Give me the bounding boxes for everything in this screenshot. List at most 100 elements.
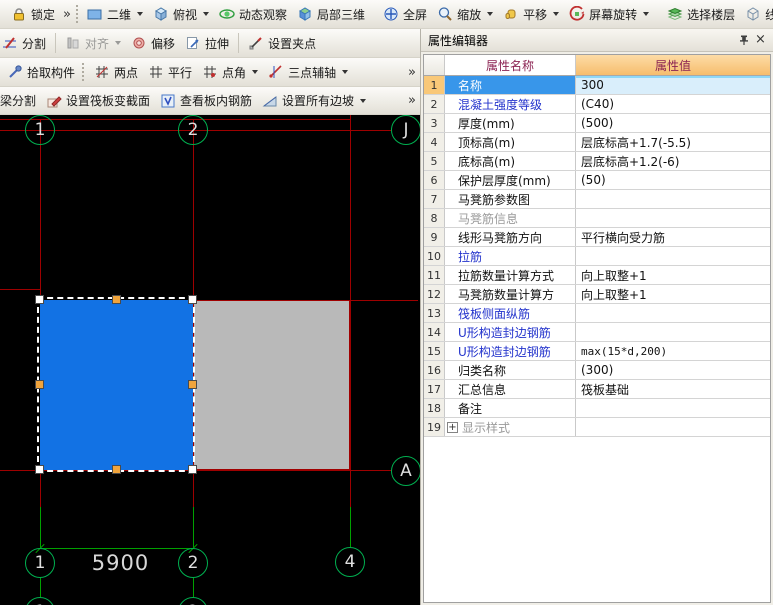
row-number[interactable]: 5 (424, 152, 445, 170)
property-name-cell[interactable]: 混凝土强度等级 (445, 95, 576, 113)
row-number[interactable]: 18 (424, 399, 445, 417)
row-number[interactable]: 16 (424, 361, 445, 379)
property-value-cell[interactable]: 层底标高+1.2(-6) (576, 152, 770, 170)
three-point-aux-axis-button[interactable]: 三点辅轴 (264, 62, 352, 83)
offset-button[interactable]: 偏移 (127, 33, 179, 54)
pick-component-button[interactable]: 拾取构件 (3, 62, 79, 83)
dropdown-arrow-icon[interactable] (342, 70, 349, 74)
property-name-cell[interactable]: 马凳筋参数图 (445, 190, 576, 208)
midpoint-grip[interactable] (188, 380, 197, 389)
dropdown-arrow-icon[interactable] (487, 12, 494, 16)
row-number[interactable]: 2 (424, 95, 445, 113)
row-number[interactable]: 8 (424, 209, 445, 227)
property-name-cell[interactable]: 备注 (445, 399, 576, 417)
property-name-cell[interactable]: U形构造封边钢筋 (445, 323, 576, 341)
row-number[interactable]: 1 (424, 76, 445, 94)
property-name-cell[interactable]: 筏板侧面纵筋 (445, 304, 576, 322)
pan-button[interactable]: 平移 (499, 4, 563, 25)
point-angle-axis-button[interactable]: 点角 (198, 62, 262, 83)
dropdown-arrow-icon[interactable] (115, 41, 122, 45)
midpoint-grip[interactable] (112, 295, 121, 304)
property-name-cell[interactable]: 底标高(m) (445, 152, 576, 170)
screen-rotate-button[interactable]: 屏幕旋转 (565, 4, 653, 25)
toolbar-overflow-icon[interactable]: » (60, 7, 74, 22)
dropdown-arrow-icon[interactable] (203, 12, 210, 16)
row-number[interactable]: 19 (424, 418, 445, 436)
split-button[interactable]: 分割 (0, 33, 50, 54)
parallel-axis-button[interactable]: 平行 (144, 62, 196, 83)
property-value-cell[interactable] (576, 323, 770, 341)
corner-grip[interactable] (35, 295, 44, 304)
row-number[interactable]: 15 (424, 342, 445, 360)
property-name-cell[interactable]: 顶标高(m) (445, 133, 576, 151)
property-value-cell[interactable] (576, 190, 770, 208)
property-value-cell[interactable]: 平行横向受力筋 (576, 228, 770, 246)
row-number[interactable]: 10 (424, 247, 445, 265)
property-value-cell[interactable]: (C40) (576, 95, 770, 113)
row-number[interactable]: 12 (424, 285, 445, 303)
corner-grip[interactable] (188, 465, 197, 474)
dropdown-arrow-icon[interactable] (643, 12, 650, 16)
dropdown-arrow-icon[interactable] (553, 12, 560, 16)
stretch-button[interactable]: 拉伸 (181, 33, 233, 54)
dropdown-arrow-icon[interactable] (137, 12, 143, 16)
property-name-cell[interactable]: 线形马凳筋方向 (445, 228, 576, 246)
set-all-slopes-button[interactable]: 设置所有边坡 (258, 90, 370, 111)
property-name-cell[interactable]: 归类名称 (445, 361, 576, 379)
property-value-cell[interactable] (576, 247, 770, 265)
row-number[interactable]: 14 (424, 323, 445, 341)
property-value-cell[interactable]: 层底标高+1.7(-5.5) (576, 133, 770, 151)
property-name-cell[interactable]: 保护层厚度(mm) (445, 171, 576, 189)
property-name-cell[interactable]: 拉筋 (445, 247, 576, 265)
row-number[interactable]: 4 (424, 133, 445, 151)
zoom-button[interactable]: 缩放 (433, 4, 497, 25)
set-grips-button[interactable]: 设置夹点 (244, 33, 320, 54)
property-value-cell[interactable]: (500) (576, 114, 770, 132)
property-value-cell[interactable] (576, 399, 770, 417)
orbit-button[interactable]: 动态观察 (215, 4, 291, 25)
property-value-cell[interactable]: 向上取整+1 (576, 266, 770, 284)
property-name-cell[interactable]: 汇总信息 (445, 380, 576, 398)
wireframe-button[interactable]: 线框 (741, 4, 773, 25)
top-view-button[interactable]: 俯视 (149, 4, 213, 25)
local-3d-button[interactable]: 局部三维 (293, 4, 369, 25)
property-value-cell[interactable] (576, 418, 770, 436)
expand-icon[interactable]: + (447, 421, 458, 433)
property-name-cell[interactable]: 名称 (445, 76, 576, 94)
two-point-axis-button[interactable]: 两点 (90, 62, 142, 83)
row-number[interactable]: 3 (424, 114, 445, 132)
align-button[interactable]: 对齐 (61, 33, 125, 54)
lock-button[interactable]: 锁定 (7, 4, 59, 25)
raft-section-button[interactable]: 设置筏板变截面 (42, 90, 154, 111)
dropdown-arrow-icon[interactable] (360, 98, 367, 103)
drawing-canvas[interactable]: 5900 1 2 J A 1 2 4 1 2 (0, 115, 420, 605)
property-value-cell[interactable]: (300) (576, 361, 770, 379)
view-slab-rebar-button[interactable]: 查看板内钢筋 (156, 90, 256, 111)
property-name-cell[interactable]: U形构造封边钢筋 (445, 342, 576, 360)
raft-slab[interactable] (193, 300, 350, 470)
property-value-cell[interactable]: 300 (576, 76, 770, 94)
property-name-cell[interactable]: 拉筋数量计算方式 (445, 266, 576, 284)
property-value-cell[interactable] (576, 304, 770, 322)
row-number[interactable]: 9 (424, 228, 445, 246)
pin-button[interactable] (735, 32, 752, 48)
property-value-cell[interactable]: (50) (576, 171, 770, 189)
fullscreen-button[interactable]: 全屏 (379, 4, 431, 25)
toolbar-overflow-icon[interactable]: » (405, 65, 419, 80)
close-button[interactable]: × (752, 32, 769, 48)
property-value-cell[interactable]: 筏板基础 (576, 380, 770, 398)
toolbar-overflow-icon[interactable]: » (405, 93, 419, 108)
property-name-cell[interactable]: 马凳筋信息 (445, 209, 576, 227)
row-number[interactable]: 13 (424, 304, 445, 322)
row-number[interactable]: 11 (424, 266, 445, 284)
dropdown-arrow-icon[interactable] (252, 70, 259, 74)
corner-grip[interactable] (188, 295, 197, 304)
row-number[interactable]: 7 (424, 190, 445, 208)
property-value-cell[interactable]: 向上取整+1 (576, 285, 770, 303)
midpoint-grip[interactable] (112, 465, 121, 474)
property-value-cell[interactable] (576, 209, 770, 227)
corner-grip[interactable] (35, 465, 44, 474)
property-name-cell[interactable]: 厚度(mm) (445, 114, 576, 132)
row-number[interactable]: 6 (424, 171, 445, 189)
mode-2d-button[interactable]: 二维 (83, 4, 147, 25)
